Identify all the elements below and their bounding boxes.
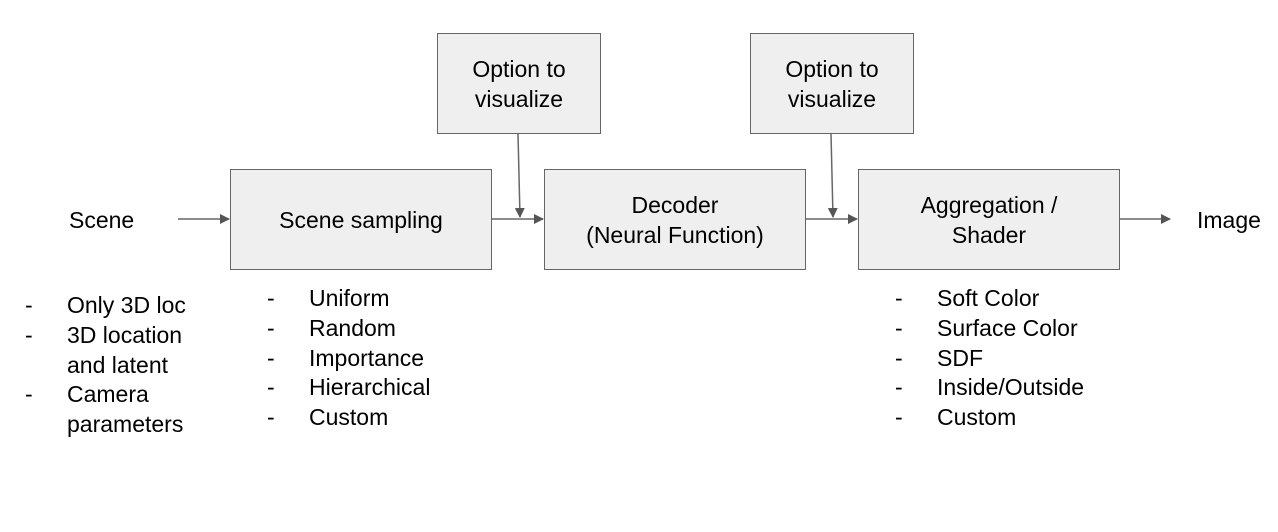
- sampling-options-list: - Uniform - Random - Importance - Hierarchic…: [267, 284, 430, 433]
- item-text: Soft Color: [937, 285, 1040, 311]
- list-item: - Only 3D loc: [25, 292, 186, 318]
- scene-sampling-box: Scene sampling: [230, 169, 492, 270]
- arrow-option2-down: [827, 133, 838, 218]
- list-item: - Uniform: [267, 285, 390, 311]
- aggregation-box: Aggregation / Shader: [858, 169, 1120, 270]
- item-text: Inside/Outside: [937, 374, 1085, 401]
- list-item: - Custom: [267, 404, 389, 431]
- list-item: - Surface Color: [895, 314, 1078, 341]
- item-text: Random: [309, 314, 396, 341]
- item-text: Importance: [309, 344, 425, 371]
- image-label: Image: [1197, 207, 1261, 233]
- item-text: SDF: [937, 344, 983, 371]
- aggregation-title: Aggregation /: [920, 191, 1058, 218]
- list-item: - Hierarchical: [267, 374, 431, 401]
- option-text: Option to visualize: [785, 55, 879, 112]
- list-item: - SDF: [895, 344, 983, 371]
- list-item: - Camera parameters: [25, 381, 184, 438]
- diagram: Scene Image Option to visualize Option t…: [0, 0, 1278, 532]
- item-text: Hierarchical: [309, 374, 431, 401]
- decoder-box: Decoder (Neural Function): [544, 169, 806, 270]
- list-item: - Inside/Outside: [895, 374, 1085, 401]
- sampling-text: Scene sampling: [279, 206, 443, 233]
- item-text: Surface Color: [937, 314, 1078, 341]
- aggregation-options-list: - Soft Color - Surface Color - SDF - Inside/…: [895, 284, 1084, 433]
- option-text: Option to visualize: [472, 55, 566, 112]
- item-text: Custom: [309, 404, 389, 431]
- list-item: -3D location and latent: [25, 321, 183, 378]
- list-item: - Random: [267, 314, 396, 341]
- scene-options-list: - Only 3D loc -3D location and latent - Ca…: [25, 291, 215, 440]
- aggregation-subtitle: Shader: [951, 221, 1027, 248]
- decoder-title: Decoder: [631, 191, 719, 218]
- list-item: - Soft Color: [895, 285, 1040, 311]
- item-text: Custom: [937, 404, 1017, 431]
- option-to-visualize-box-2: Option to visualize: [750, 33, 914, 134]
- list-item: - Importance: [267, 344, 425, 371]
- item-text: Uniform: [309, 285, 390, 311]
- arrow-option1-down: [514, 133, 525, 218]
- item-text: Only 3D loc: [67, 292, 186, 318]
- item-text: 3D location and latent: [67, 321, 183, 378]
- scene-label: Scene: [69, 207, 135, 233]
- option-to-visualize-box-1: Option to visualize: [437, 33, 601, 134]
- decoder-subtitle: (Neural Function): [586, 221, 764, 248]
- list-item: - Custom: [895, 404, 1017, 431]
- item-text: Camera parameters: [67, 381, 184, 438]
